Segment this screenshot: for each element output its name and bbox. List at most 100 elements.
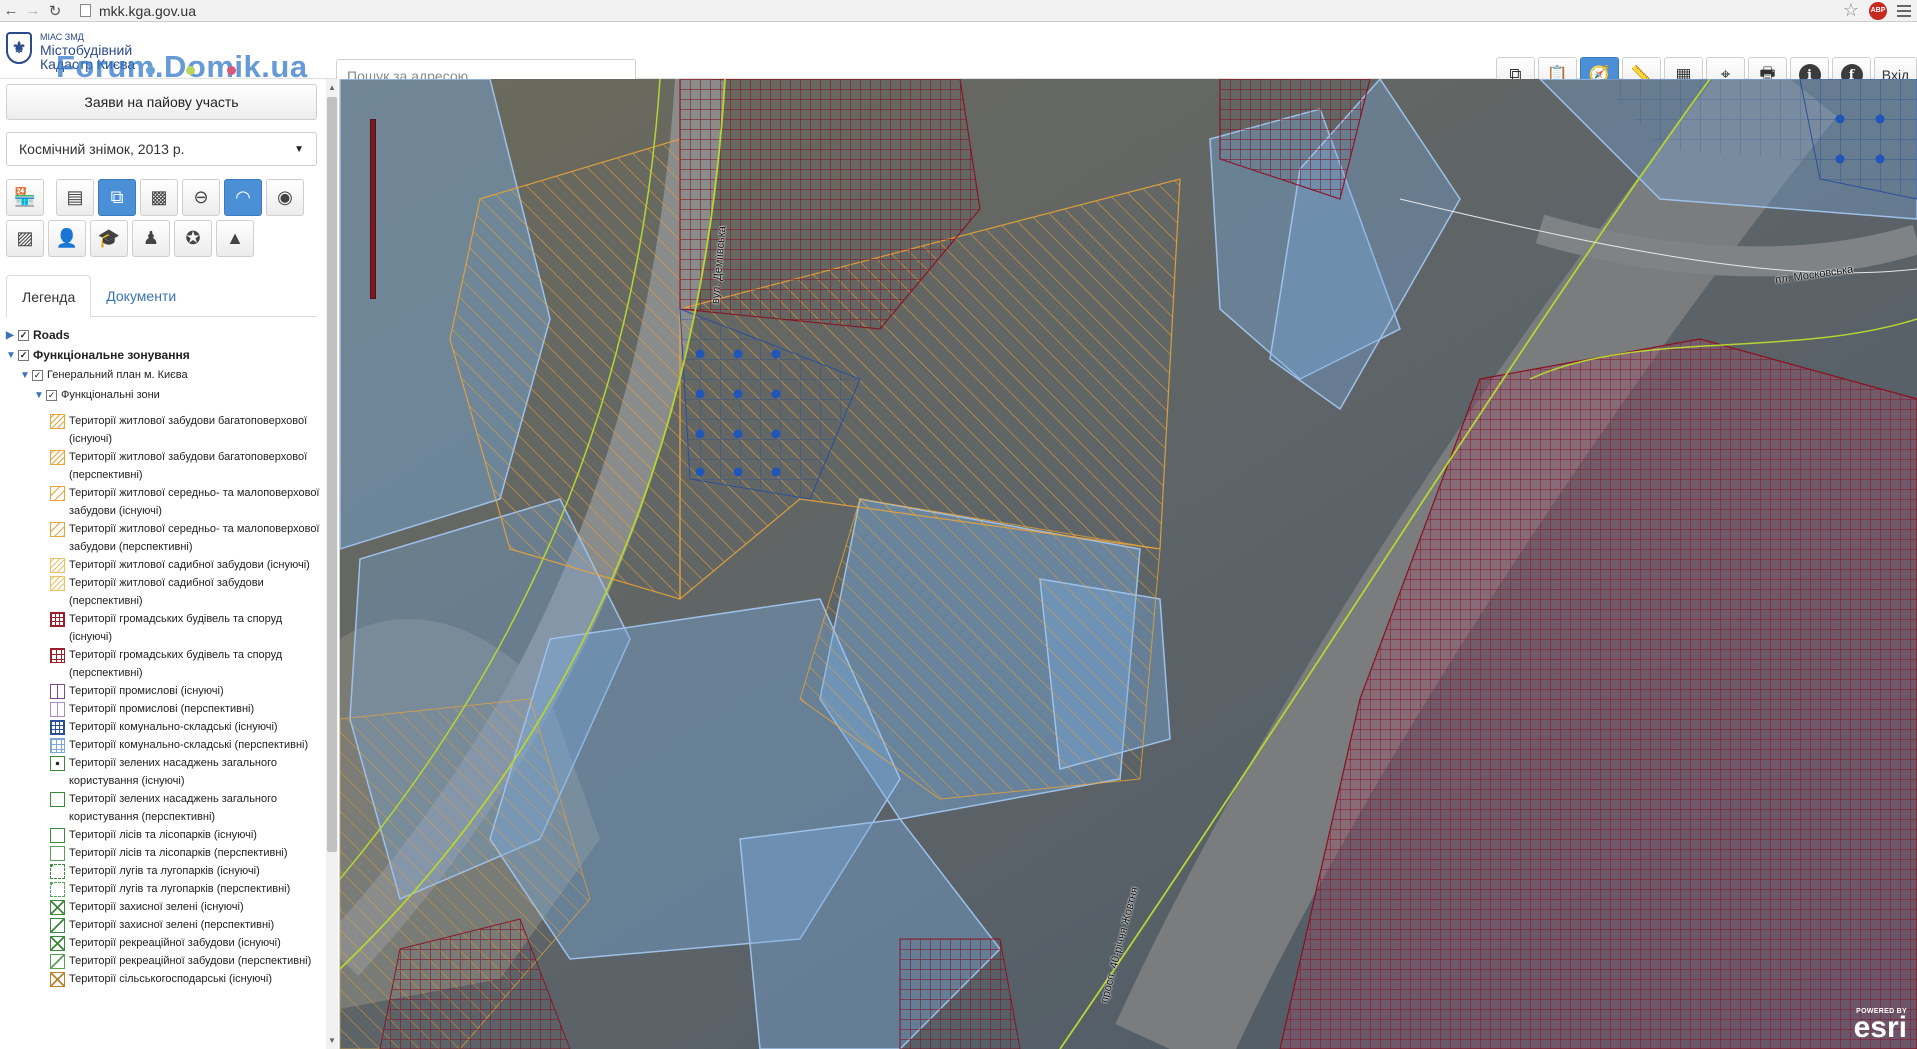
- tree-node-general-plan[interactable]: ▼ ✓ Генеральний план м. Києва: [6, 365, 326, 385]
- tree-label-roads: Roads: [33, 328, 70, 342]
- legend-swatch: [50, 828, 65, 843]
- page-icon: [80, 4, 91, 17]
- collapse-arrow-icon[interactable]: ▼: [34, 390, 44, 401]
- forward-icon[interactable]: →: [22, 0, 44, 22]
- graduation-cap-layer-button[interactable]: 🎓: [90, 220, 128, 257]
- scroll-down-icon[interactable]: ▼: [328, 1036, 336, 1045]
- reload-icon[interactable]: ↻: [44, 0, 66, 22]
- document-plan-layer-button[interactable]: ▤: [56, 179, 94, 216]
- person-layer-button[interactable]: 👤: [48, 220, 86, 257]
- legend-swatch: [50, 864, 65, 879]
- legend-item: Території зелених насаджень загального к…: [50, 754, 322, 790]
- legend-swatch: [50, 738, 65, 753]
- checkbox-general-plan[interactable]: ✓: [32, 369, 43, 381]
- legend-swatch: [50, 936, 65, 951]
- legend-label: Території сільськогосподарські (існуючі): [69, 973, 273, 985]
- orbit-layer-button[interactable]: ◉: [266, 179, 304, 216]
- browser-menu-icon[interactable]: [1897, 4, 1911, 17]
- police-badge-icon: ✪: [185, 228, 201, 248]
- legend-item: Території лугів та лугопарків (існуючі): [50, 862, 322, 880]
- legend-label: Території житлової забудови багатоповерх…: [69, 451, 308, 481]
- legend-item: Території лісів та лісопарків (існуючі): [50, 826, 322, 844]
- sidebar-scrollbar[interactable]: ▲ ▼: [326, 79, 338, 1049]
- legend-label: Території громадських будівель та споруд…: [69, 613, 283, 643]
- legend-swatch: [50, 450, 65, 465]
- orbit-icon: ◉: [277, 187, 293, 207]
- road-sign-layer-button[interactable]: ▲: [216, 220, 254, 257]
- basemap-select[interactable]: Космічний знімок, 2013 р. ▼: [6, 132, 317, 166]
- url-text: mkk.kga.gov.ua: [99, 2, 197, 19]
- legend-swatch: [50, 918, 65, 933]
- legend-label: Території комунально-складські (перспект…: [69, 739, 309, 751]
- monument-layer-button[interactable]: ♟: [132, 220, 170, 257]
- map-tile-icon: ▨: [16, 228, 34, 248]
- tree-label-func-zoning: Функціональне зонування: [33, 348, 190, 362]
- share-participation-button[interactable]: Заяви на пайову участь: [6, 84, 317, 120]
- legend-item: Території громадських будівель та споруд…: [50, 646, 322, 682]
- legend-swatch: [50, 954, 65, 969]
- esri-attribution[interactable]: POWERED BY esri: [1854, 1008, 1907, 1043]
- legend-item: Території промислові (існуючі): [50, 682, 322, 700]
- legend-swatch: [50, 702, 65, 717]
- bookmark-star-icon[interactable]: ☆: [1843, 0, 1859, 21]
- map-view[interactable]: вул. Деміївська пл. Московська просп. 40…: [340, 79, 1917, 1049]
- basemap-select-value: Космічний знімок, 2013 р.: [19, 141, 185, 157]
- zoning-layer-button[interactable]: ⧉: [98, 179, 136, 216]
- relief-icon: ◠: [235, 187, 251, 207]
- legend-item: Території лугів та лугопарків (перспекти…: [50, 880, 322, 898]
- legend-swatch: [50, 486, 65, 501]
- legend-swatch: [50, 612, 65, 627]
- zoom-slider[interactable]: [370, 119, 376, 299]
- tree-node-func-zones[interactable]: ▼ ✓ Функціональні зони: [6, 385, 326, 405]
- status-dot-green: [186, 66, 195, 75]
- legend-swatch: [50, 558, 65, 573]
- texture-layer-button[interactable]: ▩: [140, 179, 178, 216]
- legend-label: Території захисної зелені (перспективні): [69, 919, 275, 931]
- legend-item: Території сільськогосподарські (існуючі): [50, 970, 322, 988]
- legend-swatch: [50, 414, 65, 429]
- shop-icon: 🏪: [13, 187, 37, 207]
- no-entry-layer-button[interactable]: ⊖: [182, 179, 220, 216]
- legend-label: Території рекреаційної забудови (існуючі…: [69, 937, 281, 949]
- shop-layer-button[interactable]: 🏪: [6, 179, 44, 216]
- legend-item: Території комунально-складські (існуючі): [50, 718, 322, 736]
- legend-item: Території рекреаційної забудови (існуючі…: [50, 934, 322, 952]
- back-icon[interactable]: ←: [0, 0, 22, 22]
- scroll-up-icon[interactable]: ▲: [328, 83, 336, 92]
- expand-arrow-icon[interactable]: ▶: [6, 330, 16, 341]
- kyiv-emblem-icon[interactable]: ⚜: [6, 32, 32, 64]
- document-plan-icon: ▤: [66, 187, 84, 207]
- tree-node-roads[interactable]: ▶ ✓ Roads: [6, 325, 326, 345]
- checkbox-func-zoning[interactable]: ✓: [18, 349, 29, 361]
- legend-swatch: [50, 648, 65, 663]
- adblock-icon[interactable]: ABP: [1869, 1, 1887, 20]
- tab-documents[interactable]: Документи: [91, 275, 191, 317]
- scrollbar-thumb[interactable]: [327, 97, 337, 852]
- legend-item: Території житлової садибної забудови (іс…: [50, 556, 322, 574]
- legend-swatch: [50, 576, 65, 591]
- map-tile-layer-button[interactable]: ▨: [6, 220, 44, 257]
- legend-item: Території житлової середньо- та малопове…: [50, 484, 322, 520]
- legend-swatch: [50, 684, 65, 699]
- checkbox-roads[interactable]: ✓: [18, 329, 29, 341]
- collapse-arrow-icon[interactable]: ▼: [20, 370, 30, 381]
- graduation-cap-icon: 🎓: [97, 228, 121, 248]
- legend-item: Території житлової середньо- та малопове…: [50, 520, 322, 556]
- legend-label: Території лугів та лугопарків (існуючі): [69, 865, 260, 877]
- collapse-arrow-icon[interactable]: ▼: [6, 350, 16, 361]
- legend-label: Території житлової забудови багатоповерх…: [69, 415, 308, 445]
- legend-item: Території житлової садибної забудови (пе…: [50, 574, 322, 610]
- legend-label: Території житлової середньо- та малопове…: [69, 523, 320, 553]
- checkbox-func-zones[interactable]: ✓: [46, 389, 57, 401]
- address-bar[interactable]: mkk.kga.gov.ua: [80, 1, 1843, 21]
- legend-item: Території комунально-складські (перспект…: [50, 736, 322, 754]
- legend-swatch: [50, 900, 65, 915]
- relief-layer-button[interactable]: ◠: [224, 179, 262, 216]
- tree-label-general-plan: Генеральний план м. Києва: [47, 369, 188, 381]
- tab-legend[interactable]: Легенда: [6, 275, 92, 318]
- legend-item: Території громадських будівель та споруд…: [50, 610, 322, 646]
- police-badge-layer-button[interactable]: ✪: [174, 220, 212, 257]
- tree-node-func-zoning[interactable]: ▼ ✓ Функціональне зонування: [6, 345, 326, 365]
- monument-icon: ♟: [142, 228, 160, 248]
- legend-item: Території зелених насаджень загального к…: [50, 790, 322, 826]
